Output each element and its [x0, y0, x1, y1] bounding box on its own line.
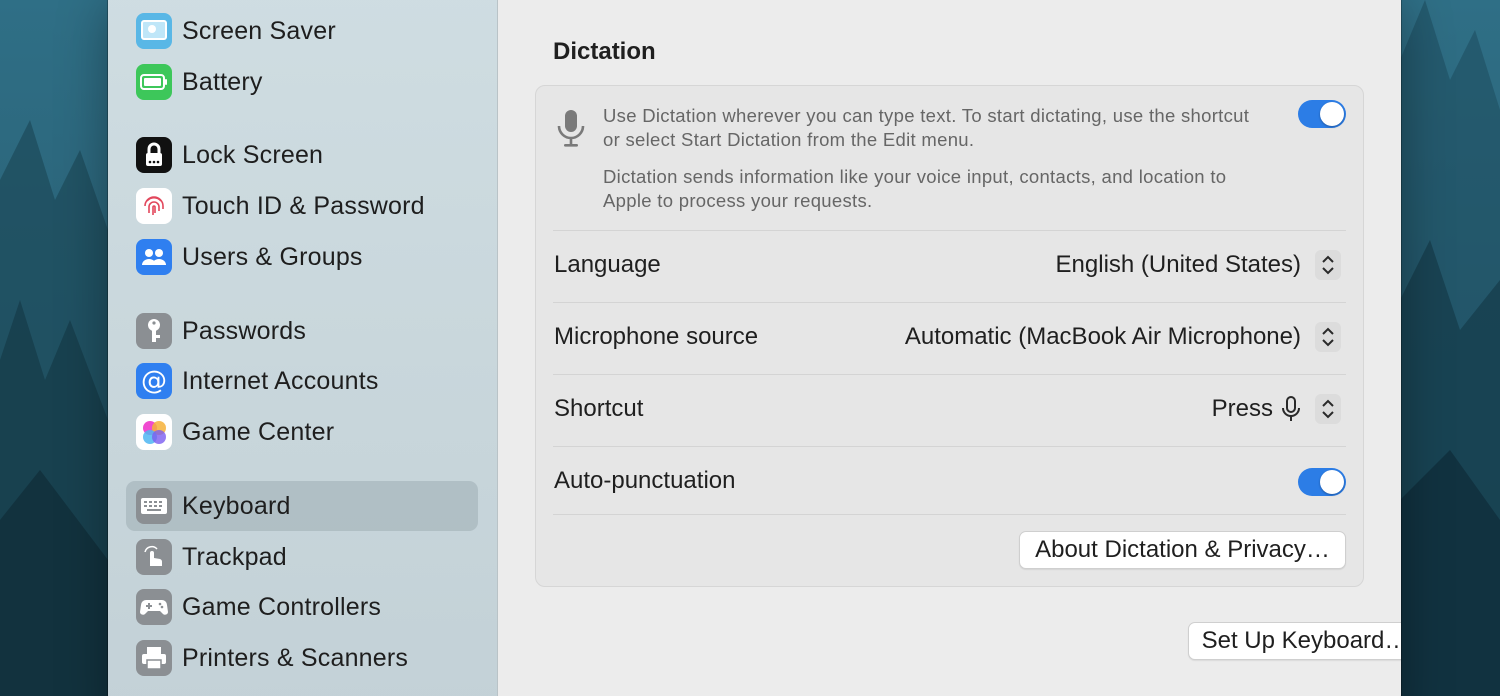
- microphone-key-icon: [1282, 396, 1300, 421]
- svg-text:@: @: [141, 367, 167, 395]
- language-stepper[interactable]: [1315, 250, 1341, 280]
- system-settings-window: Screen Saver Battery Lock Screen Touch I…: [108, 0, 1401, 696]
- auto-punctuation-label: Auto-punctuation: [554, 467, 736, 494]
- sidebar-item-label: Passwords: [182, 316, 307, 345]
- divider: [553, 446, 1346, 447]
- sidebar-item-label: Trackpad: [182, 542, 287, 571]
- sidebar-item-label: Internet Accounts: [182, 366, 379, 395]
- microphone-source-label: Microphone source: [554, 323, 759, 350]
- sidebar-item-label: Keyboard: [182, 491, 291, 520]
- battery-icon: [136, 64, 172, 100]
- microphone-source-value: Automatic (MacBook Air Microphone): [904, 323, 1301, 350]
- language-label: Language: [554, 251, 661, 278]
- sidebar: Screen Saver Battery Lock Screen Touch I…: [108, 0, 498, 696]
- fingerprint-icon: [136, 188, 172, 224]
- divider: [553, 302, 1346, 303]
- divider: [553, 374, 1346, 375]
- sidebar-item-label: Lock Screen: [182, 140, 324, 169]
- dictation-card: Use Dictation wherever you can type text…: [535, 85, 1364, 587]
- sidebar-item-game-controllers[interactable]: Game Controllers: [126, 582, 478, 632]
- sidebar-item-lock-screen[interactable]: Lock Screen: [126, 130, 478, 180]
- sidebar-item-printers-scanners[interactable]: Printers & Scanners: [126, 633, 478, 683]
- chevron-up-down-icon: [1322, 327, 1334, 347]
- sidebar-item-battery[interactable]: Battery: [126, 57, 478, 107]
- sidebar-item-internet-accounts[interactable]: @ Internet Accounts: [126, 356, 478, 406]
- divider: [553, 514, 1346, 515]
- sidebar-item-label: Game Center: [182, 417, 335, 446]
- settings-content: Dictation Use Dictation wherever you can…: [498, 0, 1401, 696]
- game-center-icon: [136, 414, 172, 450]
- dictation-privacy-note: Dictation sends information like your vo…: [603, 166, 1227, 211]
- sidebar-item-game-center[interactable]: Game Center: [126, 407, 478, 457]
- divider: [553, 230, 1346, 231]
- sidebar-item-trackpad[interactable]: Trackpad: [126, 532, 478, 582]
- dictation-toggle[interactable]: [1298, 100, 1346, 128]
- sidebar-item-label: Users & Groups: [182, 242, 363, 271]
- sidebar-item-screen-saver[interactable]: Screen Saver: [126, 6, 478, 56]
- sidebar-item-passwords[interactable]: Passwords: [126, 306, 478, 356]
- chevron-up-down-icon: [1322, 255, 1334, 275]
- about-dictation-privacy-button[interactable]: About Dictation & Privacy…: [1019, 531, 1346, 569]
- key-icon: [136, 313, 172, 349]
- sidebar-item-label: Screen Saver: [182, 16, 336, 45]
- sidebar-item-keyboard[interactable]: Keyboard: [126, 481, 478, 531]
- lock-icon: [136, 137, 172, 173]
- microphone-source-popup[interactable]: Automatic (MacBook Air Microphone): [905, 323, 1301, 351]
- game-controller-icon: [136, 589, 172, 625]
- desktop-wallpaper-left: [0, 0, 108, 696]
- trackpad-icon: [136, 539, 172, 575]
- microphone-source-stepper[interactable]: [1315, 322, 1341, 352]
- desktop-wallpaper-right: [1400, 0, 1500, 696]
- shortcut-popup[interactable]: Press: [1212, 395, 1301, 423]
- sidebar-item-label: Game Controllers: [182, 592, 382, 621]
- sidebar-item-label: Battery: [182, 67, 263, 96]
- language-value: English (United States): [1055, 251, 1301, 278]
- screen-saver-icon: [136, 13, 172, 49]
- at-icon: @: [136, 363, 172, 399]
- keyboard-icon: [136, 488, 172, 524]
- users-icon: [136, 239, 172, 275]
- auto-punctuation-toggle[interactable]: [1298, 468, 1346, 496]
- language-popup[interactable]: English (United States): [1056, 251, 1301, 279]
- shortcut-stepper[interactable]: [1315, 394, 1341, 424]
- sidebar-item-touch-id[interactable]: Touch ID & Password: [126, 181, 478, 231]
- set-up-keyboard-button[interactable]: Set Up Keyboard…: [1188, 622, 1401, 660]
- shortcut-label: Shortcut: [554, 395, 644, 422]
- dictation-description: Use Dictation wherever you can type text…: [603, 105, 1250, 150]
- printer-icon: [136, 640, 172, 676]
- chevron-up-down-icon: [1322, 399, 1334, 419]
- section-title: Dictation: [553, 38, 656, 65]
- sidebar-item-label: Printers & Scanners: [182, 643, 409, 672]
- microphone-icon: [556, 108, 586, 155]
- shortcut-value: Press: [1211, 395, 1273, 422]
- sidebar-item-users-groups[interactable]: Users & Groups: [126, 232, 478, 282]
- sidebar-item-label: Touch ID & Password: [182, 191, 425, 220]
